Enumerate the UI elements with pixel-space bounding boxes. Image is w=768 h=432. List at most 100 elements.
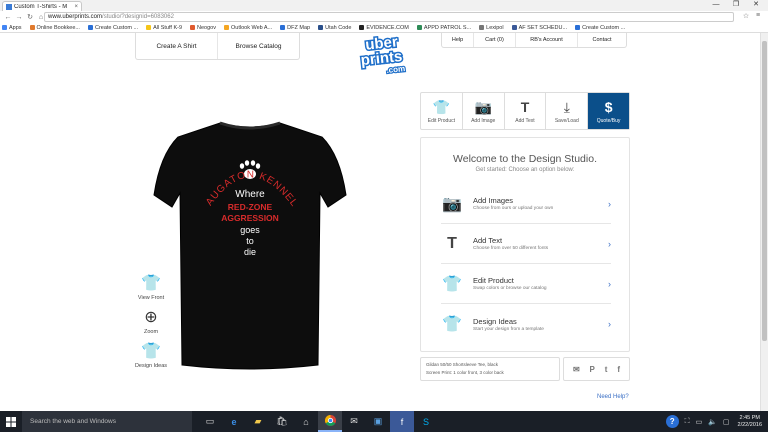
cart-link[interactable]: Cart (0) (474, 33, 516, 47)
option-design-ideas[interactable]: 👕 Design Ideas Start your design from a … (441, 304, 611, 344)
download-icon: ⤓ (563, 99, 570, 115)
add-image-button[interactable]: 📷 Add Image (463, 93, 505, 129)
scroll-thumb[interactable] (762, 41, 767, 341)
bookmark-item[interactable]: Neogov (190, 25, 216, 31)
shirt-preview[interactable]: MAUGATON KENNELS Where RED-ZONE AGGRESSI… (150, 115, 350, 375)
share-bar: ✉ P t f (563, 357, 630, 381)
option-title: Edit Product (473, 276, 514, 285)
contact-link[interactable]: Contact (578, 33, 626, 47)
tshirt-icon: 👕 (442, 275, 462, 293)
zoom-in-icon: ⊕ (144, 309, 158, 326)
tshirt-ideas-icon: 👕 (442, 316, 462, 333)
facebook-icon[interactable]: f (617, 365, 620, 374)
close-window-icon[interactable]: ✕ (746, 0, 766, 10)
address-bar[interactable]: www.uberprints.com /studio/?designid=608… (44, 12, 734, 22)
chrome-icon[interactable] (318, 411, 342, 432)
option-add-images[interactable]: 📷 Add Images Choose from ours or upload … (441, 184, 611, 224)
print-details: Screen Print: 1 color front, 3 color bac… (426, 370, 504, 375)
browser-tab-strip: Custom T-Shirts - M × — ❐ ✕ (0, 0, 768, 11)
edit-product-button[interactable]: 👕 Edit Product (421, 93, 463, 129)
start-button[interactable] (0, 411, 22, 432)
bookmark-item[interactable]: Online Bookkee... (29, 25, 80, 31)
bookmark-item[interactable]: All Stuff K-9 (146, 25, 182, 31)
clock-date: 2/22/2016 (737, 421, 762, 428)
maximize-icon[interactable]: ❐ (726, 0, 746, 10)
home-app-icon[interactable]: ⌂ (294, 411, 318, 432)
network-icon[interactable]: ▭ (696, 418, 703, 426)
taskbar-search[interactable]: Search the web and Windows (22, 411, 192, 432)
browse-catalog-link[interactable]: Browse Catalog (218, 33, 299, 59)
site-nav-left: Create A Shirt Browse Catalog (135, 33, 300, 60)
chevron-right-icon: › (608, 198, 611, 209)
bookmark-favicon-icon (359, 25, 365, 30)
bookmark-label: AF SET SCHEDU... (518, 24, 568, 31)
chevron-right-icon: › (608, 238, 611, 249)
email-icon[interactable]: ✉ (573, 365, 580, 374)
bookmark-favicon-icon (416, 25, 422, 30)
twitter-icon[interactable]: t (605, 365, 608, 374)
bookmark-item[interactable]: EVIDENCE.COM (359, 24, 409, 31)
bookmark-label: EVIDENCE.COM (366, 24, 409, 31)
bookmark-item[interactable]: Create Custom ... (87, 24, 139, 31)
bookmark-item[interactable]: Outlook Web A... (224, 25, 272, 31)
edge-icon[interactable]: e (222, 411, 246, 432)
bookmark-favicon-icon (2, 25, 7, 30)
save-load-button[interactable]: ⤓ Save/Load (546, 93, 589, 129)
option-add-text[interactable]: T Add Text Choose from over 50 different… (441, 224, 611, 264)
forward-icon[interactable]: → (14, 14, 24, 21)
product-name: Gildan 50/50 Shortsleeve Tee, black (426, 362, 498, 367)
reload-icon[interactable]: ↻ (25, 13, 35, 21)
view-front-button[interactable]: 👕 View Front (130, 275, 172, 309)
bookmark-item[interactable]: Apps (2, 25, 22, 31)
add-text-button[interactable]: T Add Text (505, 93, 547, 129)
skype-icon[interactable]: S (414, 411, 438, 432)
page-scrollbar[interactable] (760, 33, 768, 411)
file-explorer-icon[interactable]: ▰ (246, 411, 270, 432)
tshirt-ideas-icon: 👕 (141, 343, 161, 360)
option-title: Add Images (473, 196, 514, 205)
volume-icon[interactable]: 🔈 (708, 418, 717, 426)
need-help-link[interactable]: Need Help? (597, 394, 629, 400)
option-edit-product[interactable]: 👕 Edit Product Swap colors or browse our… (441, 264, 611, 304)
task-view-icon[interactable]: ▭ (198, 411, 222, 432)
tab-close-icon[interactable]: × (74, 4, 78, 10)
facebook-app-icon[interactable]: f (390, 411, 414, 432)
browser-nav-bar: ← → ↻ ⌂ www.uberprints.com /studio/?desi… (0, 11, 768, 23)
bookmark-label: Create Custom ... (94, 24, 139, 31)
notifications-icon[interactable]: ▢ (723, 418, 730, 426)
bookmark-item[interactable]: APPD PATROL S... (416, 25, 471, 31)
create-shirt-link[interactable]: Create A Shirt (136, 33, 218, 59)
tab-title: Custom T-Shirts - M (14, 3, 68, 10)
menu-icon[interactable]: ≡ (752, 12, 764, 20)
design-line-1: Where (235, 189, 265, 200)
back-icon[interactable]: ← (3, 14, 13, 21)
option-title: Add Text (473, 236, 503, 245)
account-link[interactable]: RB's Account (516, 33, 578, 47)
design-ideas-side-button[interactable]: 👕 Design Ideas (130, 343, 172, 377)
bookmark-label: Outlook Web A... (231, 24, 273, 31)
help-icon[interactable]: ? (665, 415, 679, 428)
camera-icon: 📷 (474, 99, 492, 115)
bookmark-item[interactable]: Create Custom ... (575, 25, 625, 31)
quote-buy-button[interactable]: $ Quote/Buy (588, 93, 629, 129)
bookmark-item[interactable]: Lexipol (479, 25, 504, 31)
design-ideas-side-label: Design Ideas (134, 363, 168, 369)
bookmark-star-icon[interactable]: ☆ (740, 12, 752, 20)
camera-icon: 📷 (442, 195, 462, 213)
bookmark-item[interactable]: AF SET SCHEDU... (511, 24, 568, 31)
logo-line3: .com (386, 64, 406, 75)
pinterest-icon[interactable]: P (590, 365, 595, 374)
store-icon[interactable]: 🛍 (270, 411, 294, 432)
bookmark-item[interactable]: DFZ Map (280, 25, 310, 31)
minimize-icon[interactable]: — (706, 0, 726, 10)
bookmark-item[interactable]: Utah Code (318, 25, 351, 31)
uberprints-logo[interactable]: uber prints .com (344, 35, 420, 75)
people-icon[interactable]: ⛶ (685, 418, 690, 426)
help-link[interactable]: Help (442, 33, 474, 47)
mail-icon[interactable]: ✉ (342, 411, 366, 432)
browser-tab[interactable]: Custom T-Shirts - M × (2, 1, 82, 11)
favicon-icon (6, 3, 12, 10)
clock[interactable]: 2:45 PM 2/22/2016 (738, 415, 762, 429)
app-icon[interactable]: ▣ (366, 411, 390, 432)
zoom-button[interactable]: ⊕ Zoom (130, 309, 172, 343)
